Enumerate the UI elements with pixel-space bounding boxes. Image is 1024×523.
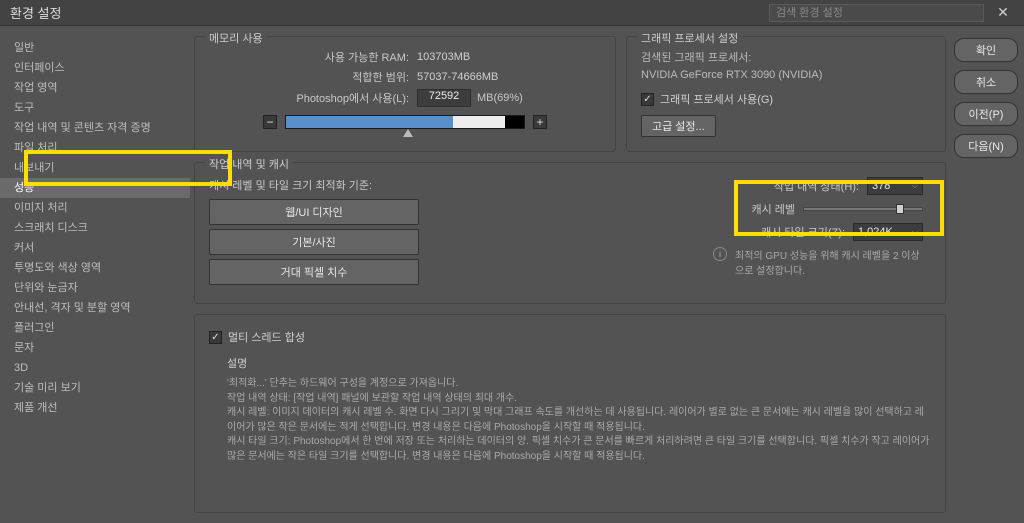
- gpu-group-title: 그래픽 프로세서 설정: [637, 30, 742, 46]
- sidebar-item-16[interactable]: 3D: [0, 358, 190, 378]
- sidebar-item-8[interactable]: 이미지 처리: [0, 198, 190, 218]
- memory-decrease-button[interactable]: −: [263, 115, 277, 129]
- sidebar-item-1[interactable]: 인터페이스: [0, 58, 190, 78]
- sidebar-item-2[interactable]: 작업 영역: [0, 78, 190, 98]
- sidebar-item-18[interactable]: 제품 개선: [0, 398, 190, 418]
- sidebar-item-7[interactable]: 성능: [0, 178, 190, 198]
- sidebar-item-11[interactable]: 투명도와 색상 영역: [0, 258, 190, 278]
- description-title: 설명: [227, 355, 931, 371]
- multithread-checkbox[interactable]: ✓: [209, 331, 222, 344]
- gpu-advanced-button[interactable]: 고급 설정...: [641, 115, 716, 137]
- memory-increase-button[interactable]: +: [533, 115, 547, 129]
- memory-slider-thumb[interactable]: [403, 129, 413, 137]
- tile-size-select[interactable]: 1,024K⌵: [853, 223, 923, 241]
- sidebar-item-6[interactable]: 내보내기: [0, 158, 190, 178]
- sidebar-item-15[interactable]: 문자: [0, 338, 190, 358]
- multithread-group: ✓ 멀티 스레드 합성 설명 '최적화...' 단추는 하드웨어 구성을 계정으…: [194, 314, 946, 513]
- sidebar-item-5[interactable]: 파일 처리: [0, 138, 190, 158]
- ps-use-suffix: MB(69%): [477, 92, 523, 104]
- optimize-label: 캐시 레벨 및 타일 크기 최적화 기준:: [209, 177, 449, 193]
- close-button[interactable]: ✕: [990, 3, 1016, 23]
- gpu-group: 그래픽 프로세서 설정 검색된 그래픽 프로세서: NVIDIA GeForce…: [626, 36, 946, 152]
- sidebar-item-0[interactable]: 일반: [0, 38, 190, 58]
- use-gpu-label: 그래픽 프로세서 사용(G): [660, 91, 773, 107]
- description-text: '최적화...' 단추는 하드웨어 구성을 계정으로 가져옵니다.작업 내역 상…: [227, 377, 931, 464]
- gpu-detected-value: NVIDIA GeForce RTX 3090 (NVIDIA): [641, 69, 931, 81]
- sidebar-item-9[interactable]: 스크래치 디스크: [0, 218, 190, 238]
- use-gpu-checkbox[interactable]: ✓: [641, 93, 654, 106]
- multithread-label: 멀티 스레드 합성: [228, 329, 305, 345]
- available-ram-label: 사용 가능한 RAM:: [209, 49, 409, 65]
- cache-level-handle[interactable]: [896, 204, 904, 214]
- optimize-web-button[interactable]: 웹/UI 디자인: [209, 199, 419, 225]
- sidebar-item-14[interactable]: 플러그인: [0, 318, 190, 338]
- sidebar-item-3[interactable]: 도구: [0, 98, 190, 118]
- history-states-select[interactable]: 378⌵: [867, 177, 923, 195]
- optimize-huge-button[interactable]: 거대 픽셀 치수: [209, 259, 419, 285]
- ok-button[interactable]: 확인: [954, 38, 1018, 62]
- info-icon: i: [713, 247, 727, 261]
- cache-group-title: 작업 내역 및 캐시: [205, 156, 293, 172]
- sidebar: 일반인터페이스작업 영역도구작업 내역 및 콘텐츠 자격 증명파일 처리내보내기…: [0, 26, 190, 523]
- ideal-range-label: 적합한 범위:: [209, 69, 409, 85]
- available-ram-value: 103703MB: [417, 51, 470, 63]
- optimize-default-button[interactable]: 기본/사진: [209, 229, 419, 255]
- sidebar-item-17[interactable]: 기술 미리 보기: [0, 378, 190, 398]
- search-input[interactable]: 검색 환경 설정: [769, 4, 984, 22]
- dialog-title: 환경 설정: [10, 3, 769, 22]
- ps-use-label: Photoshop에서 사용(L):: [209, 90, 409, 106]
- ps-use-input[interactable]: 72592: [417, 89, 471, 107]
- prev-button[interactable]: 이전(P): [954, 102, 1018, 126]
- memory-slider[interactable]: [285, 115, 525, 129]
- cache-group: 작업 내역 및 캐시 캐시 레벨 및 타일 크기 최적화 기준: 웹/UI 디자…: [194, 162, 946, 304]
- tile-size-label: 캐시 타일 크기(Z):: [761, 224, 845, 240]
- sidebar-item-4[interactable]: 작업 내역 및 콘텐츠 자격 증명: [0, 118, 190, 138]
- cache-level-label: 캐시 레벨: [751, 201, 795, 217]
- cancel-button[interactable]: 취소: [954, 70, 1018, 94]
- gpu-detected-label: 검색된 그래픽 프로세서:: [641, 49, 931, 65]
- sidebar-item-12[interactable]: 단위와 눈금자: [0, 278, 190, 298]
- next-button[interactable]: 다음(N): [954, 134, 1018, 158]
- sidebar-item-13[interactable]: 안내선, 격자 및 분할 영역: [0, 298, 190, 318]
- memory-group-title: 메모리 사용: [205, 30, 267, 46]
- history-states-label: 작업 내역 상태(H):: [774, 178, 859, 194]
- cache-info-text: 최적의 GPU 성능을 위해 캐시 레벨을 2 이상으로 설정합니다.: [735, 247, 923, 277]
- sidebar-item-10[interactable]: 커서: [0, 238, 190, 258]
- memory-group: 메모리 사용 사용 가능한 RAM: 103703MB 적합한 범위: 5703…: [194, 36, 616, 152]
- cache-level-slider[interactable]: [803, 207, 923, 211]
- ideal-range-value: 57037-74666MB: [417, 71, 498, 83]
